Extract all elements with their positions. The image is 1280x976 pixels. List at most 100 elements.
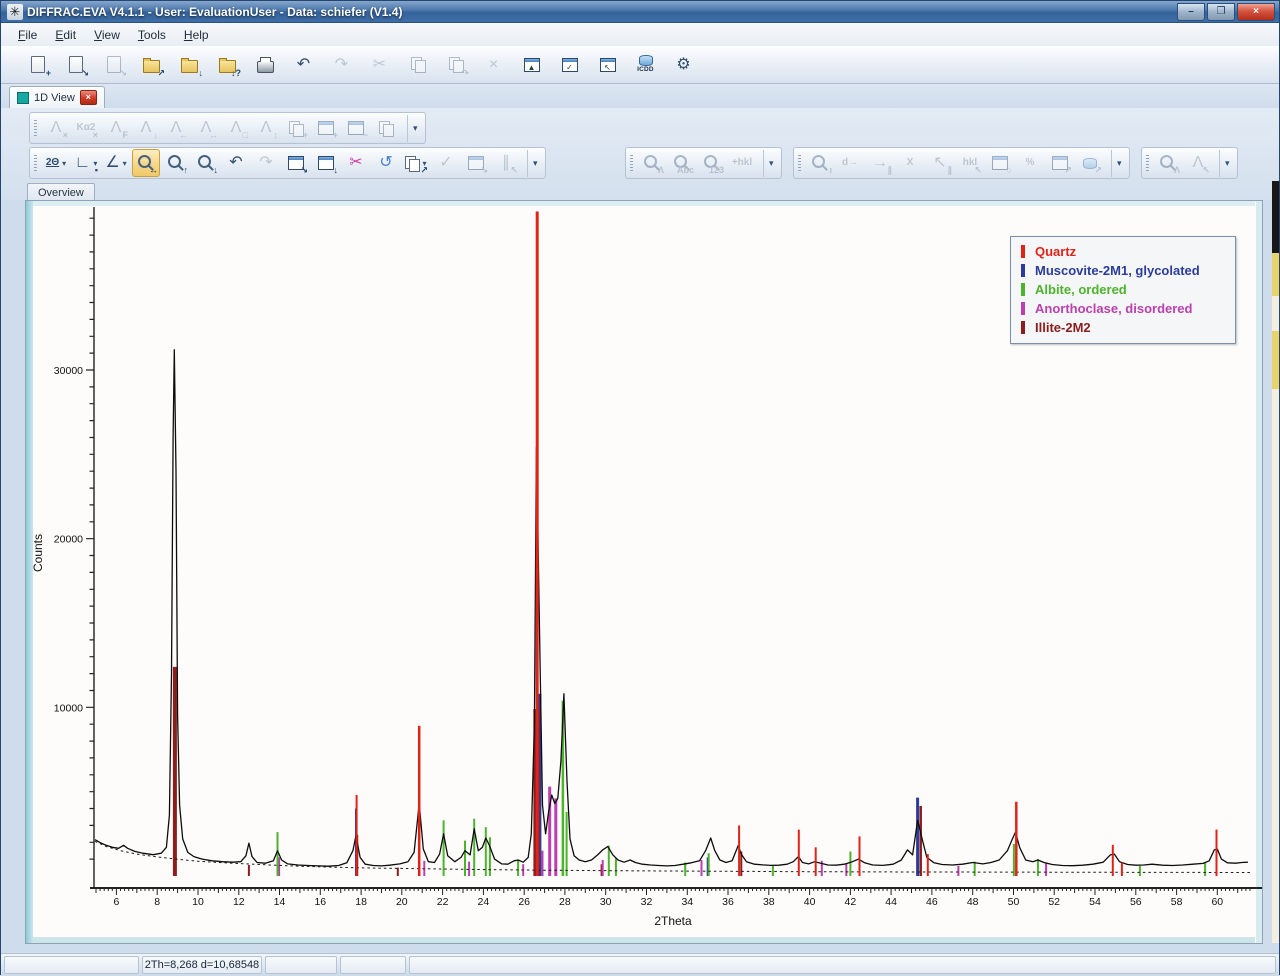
x-scale-mode-button-dropdown[interactable]: ▾ — [123, 159, 127, 168]
svg-text:18: 18 — [355, 896, 367, 908]
legend-entry-illite-2m2: Illite-2M2 — [1021, 318, 1227, 337]
icdd-database-button[interactable]: ICDD — [630, 49, 661, 80]
print-button[interactable] — [250, 49, 281, 80]
close-tab-button[interactable]: × — [80, 90, 97, 105]
menu-tools[interactable]: Tools — [129, 25, 175, 45]
menu-file[interactable]: File — [9, 25, 46, 45]
add-hkl-button: +hkl — [728, 149, 756, 177]
view-chart-window-button[interactable]: ▲ — [516, 49, 547, 80]
status-segment-2 — [265, 956, 337, 974]
redo-button: ↷ — [326, 49, 357, 80]
menu-edit[interactable]: Edit — [46, 25, 85, 45]
import-scan-button[interactable]: ↘ — [60, 49, 91, 80]
restore-range-button[interactable]: ↺ — [372, 149, 400, 177]
y-scale-mode-button[interactable]: ∟▪▾ — [72, 149, 100, 177]
legend-color-bar — [1021, 245, 1025, 258]
legend-color-bar — [1021, 321, 1025, 334]
svg-text:34: 34 — [681, 896, 693, 908]
export-pattern-button: ↗ — [1046, 149, 1074, 177]
tab-1d-view[interactable]: 1D View × — [9, 86, 105, 108]
zoom-in-button[interactable]: ↑ — [162, 149, 190, 177]
cut-range-button[interactable]: ✂ — [342, 149, 370, 177]
undo-zoom-button[interactable]: ↶ — [222, 149, 250, 177]
legend-label: Illite-2M2 — [1035, 320, 1091, 335]
pattern-toolbar-overflow-button[interactable]: ▾ — [1111, 150, 1124, 177]
send-scan-button: ↘ — [98, 49, 129, 80]
search-number-button: 123 — [698, 149, 726, 177]
application-window: ✳ DIFFRAC.EVA V4.1.1 - User: EvaluationU… — [0, 0, 1280, 975]
split-range-button[interactable]: ↓ — [312, 149, 340, 177]
copy-button — [402, 49, 433, 80]
legend: QuartzMuscovite-2M1, glycolatedAlbite, o… — [1010, 236, 1236, 344]
structure-toolbar: ΛΛ↖▾ — [1141, 147, 1238, 179]
title-bar: ✳ DIFFRAC.EVA V4.1.1 - User: EvaluationU… — [1, 1, 1279, 23]
structure-toolbar-overflow-button[interactable]: ▾ — [1219, 150, 1232, 177]
zoom-out-button[interactable]: ↓ — [192, 149, 220, 177]
send-view-button: ↘ — [462, 149, 490, 177]
view-list-window-button[interactable]: ✓ — [554, 49, 585, 80]
zoom-reset-button[interactable]: ↔ — [132, 149, 160, 177]
x-scale-mode-button[interactable]: ∠▾ — [102, 149, 130, 177]
two-theta-scale-button[interactable]: 2Θ▾ — [42, 149, 70, 177]
svg-text:2Theta: 2Theta — [654, 914, 692, 928]
view-tab-bar: 1D View × — [1, 84, 1279, 109]
svg-text:10: 10 — [192, 896, 204, 908]
svg-text:50: 50 — [1008, 896, 1020, 908]
settings-button[interactable]: ⚙ — [668, 49, 699, 80]
window-title: DIFFRAC.EVA V4.1.1 - User: EvaluationUse… — [27, 5, 1177, 19]
new-scan-button[interactable]: + — [22, 49, 53, 80]
status-segment-4 — [409, 956, 1276, 974]
hkl-cursor-button: hkl↖ — [956, 149, 984, 177]
view-cursor-window-button[interactable]: ↖ — [592, 49, 623, 80]
two-theta-scale-button-dropdown[interactable]: ▾ — [62, 159, 66, 168]
restore-button[interactable]: ❐ — [1207, 3, 1235, 21]
svg-text:16: 16 — [314, 896, 326, 908]
svg-text:60: 60 — [1211, 896, 1223, 908]
legend-entry-albite: Albite, ordered — [1021, 280, 1227, 299]
display-toolbar: 2Θ▾∟▪▾∠▾↔↑↓↶↷↘↓✂↺↗▾✓↘∥↖▾ — [29, 147, 546, 179]
1d-view-icon — [17, 92, 29, 104]
export-to-user-button: ↗ — [1076, 149, 1104, 177]
svg-text:38: 38 — [763, 896, 775, 908]
save-file-button[interactable]: ↓ — [174, 49, 205, 80]
legend-color-bar — [1021, 283, 1025, 296]
tile-views-button — [372, 114, 400, 142]
append-range-button[interactable]: ↘ — [282, 149, 310, 177]
anchor-pattern-button: ○ — [986, 149, 1014, 177]
svg-text:56: 56 — [1130, 896, 1142, 908]
menu-help[interactable]: Help — [175, 25, 218, 45]
save-as-button[interactable]: ↓? — [212, 49, 243, 80]
background-window-artifact — [1272, 181, 1279, 943]
svg-text:10000: 10000 — [54, 702, 83, 714]
svg-text:12: 12 — [233, 896, 245, 908]
svg-text:32: 32 — [641, 896, 653, 908]
paste-button: ↷ — [440, 49, 471, 80]
export-file-button[interactable]: ↗ — [136, 49, 167, 80]
merge-scans-button: + — [282, 114, 310, 142]
display-toolbar-overflow-button[interactable]: ▾ — [527, 150, 540, 177]
undo-button[interactable]: ↶ — [288, 49, 319, 80]
svg-text:54: 54 — [1089, 896, 1101, 908]
menu-view[interactable]: View — [85, 25, 129, 45]
scan-tools-toolbar-overflow-button[interactable]: ▾ — [407, 115, 420, 142]
svg-text:28: 28 — [559, 896, 571, 908]
copy-view-button[interactable]: ↗▾ — [402, 149, 430, 177]
d-spacing-button: d→ — [836, 149, 864, 177]
pin-peak-button: Λ — [1154, 149, 1182, 177]
legend-color-bar — [1021, 264, 1025, 277]
tab-overview[interactable]: Overview — [27, 183, 95, 201]
svg-text:30000: 30000 — [54, 365, 83, 377]
minimize-button[interactable]: – — [1177, 3, 1205, 21]
svg-text:44: 44 — [885, 896, 897, 908]
expand-horizontal-button: Λ↔ — [192, 114, 220, 142]
svg-text:30: 30 — [600, 896, 612, 908]
shift-pattern-button: →∥ — [866, 149, 894, 177]
legend-entry-anorthoclase: Anorthoclase, disordered — [1021, 299, 1227, 318]
status-segment-3 — [340, 956, 406, 974]
search-toolbar-overflow-button[interactable]: ▾ — [763, 150, 776, 177]
shift-left-button: Λ← — [162, 114, 190, 142]
close-button[interactable]: × — [1237, 3, 1275, 21]
strip-kalpha2-button: Kα2× — [72, 114, 100, 142]
svg-text:Counts: Counts — [31, 534, 45, 572]
legend-label: Quartz — [1035, 244, 1076, 259]
